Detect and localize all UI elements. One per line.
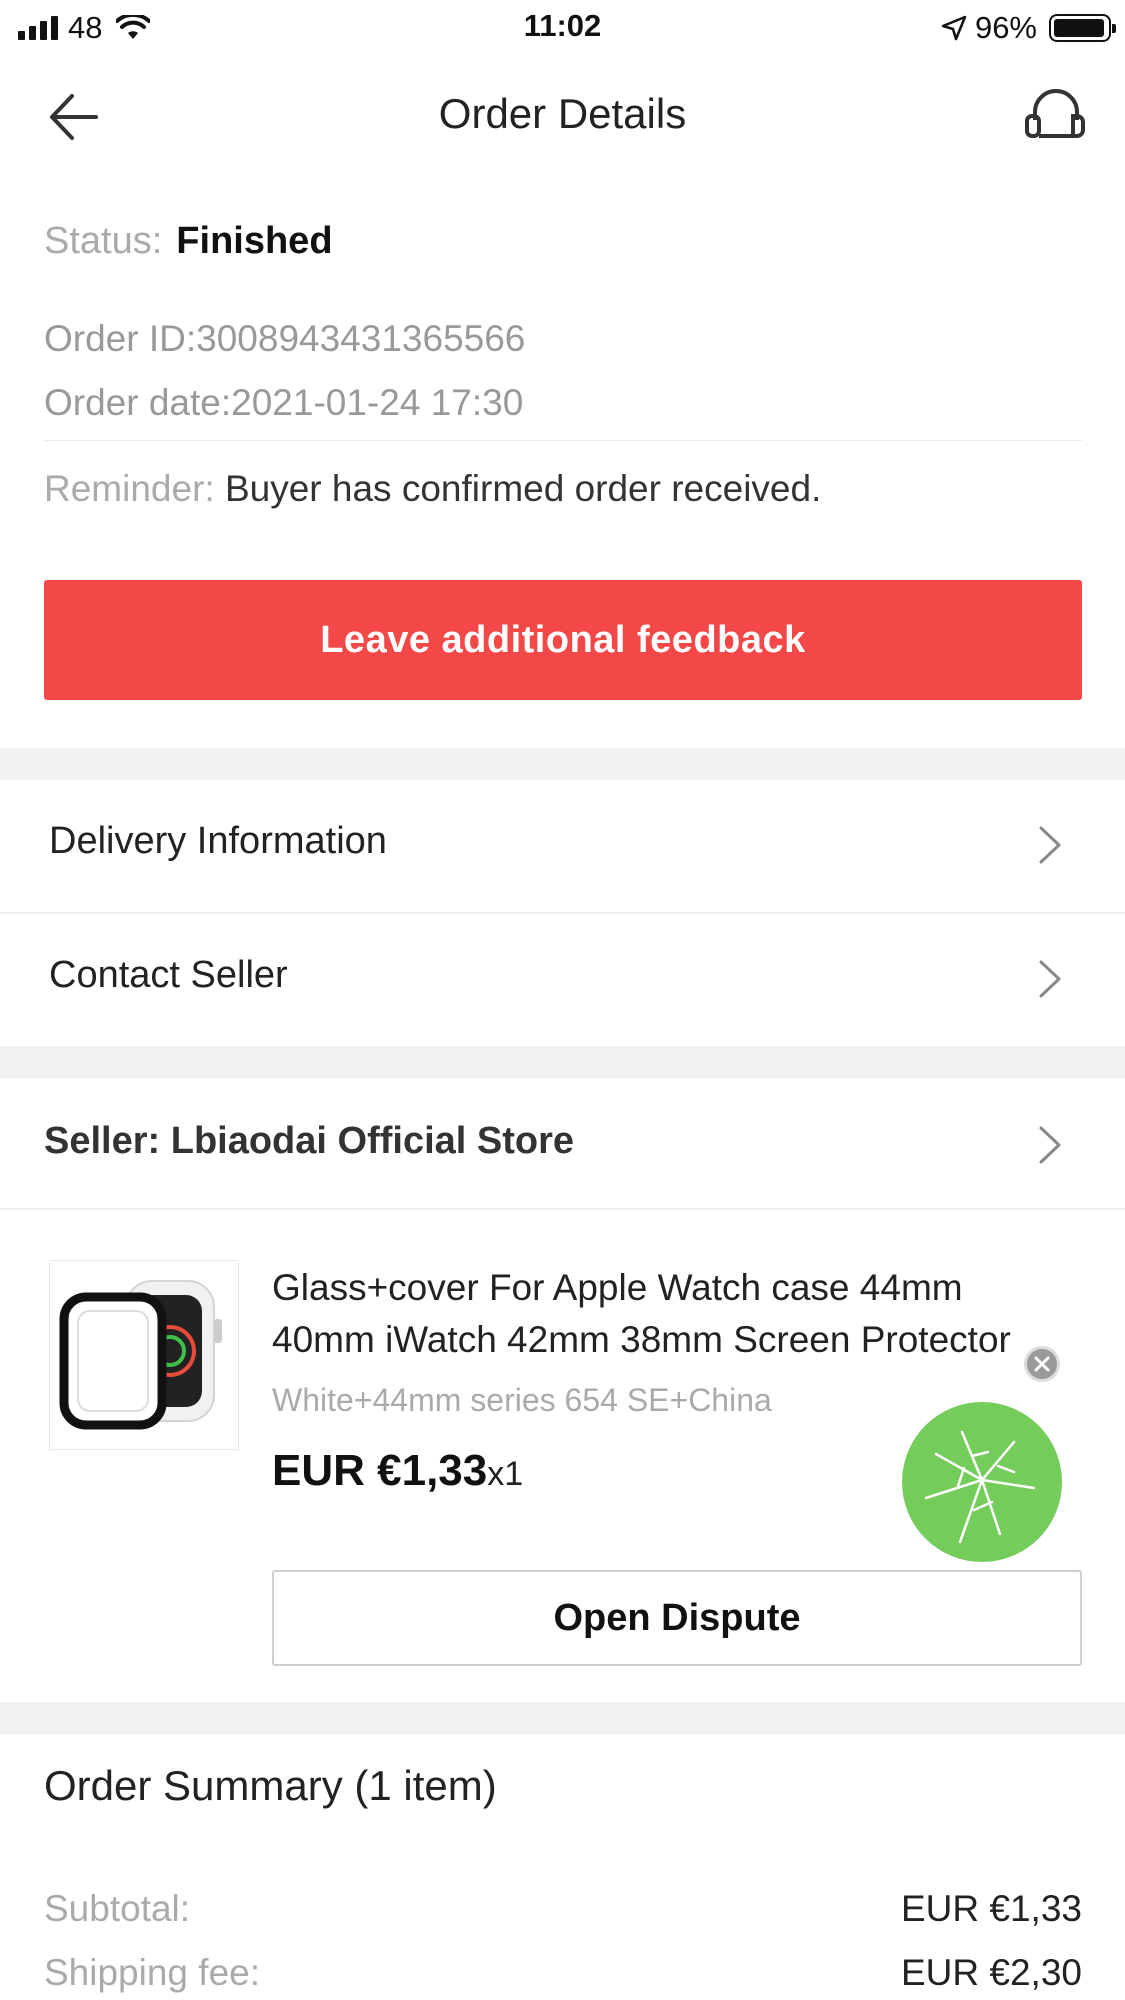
cracked-glass-icon (924, 1430, 1036, 1544)
order-date: Order date:2021-01-24 17:30 (44, 382, 524, 423)
battery-icon (1049, 14, 1116, 42)
seller-row[interactable]: Seller: Lbiaodai Official Store (0, 1078, 1125, 1212)
leave-feedback-button[interactable]: Leave additional feedback (44, 580, 1082, 700)
nav-bar: Order Details (0, 60, 1125, 170)
delivery-information-row[interactable]: Delivery Information (0, 780, 1125, 910)
section-divider (0, 1702, 1125, 1734)
divider (44, 440, 1082, 441)
section-divider (0, 1046, 1125, 1078)
status-label: Status: (44, 220, 163, 262)
order-summary-title: Order Summary (1 item) (44, 1762, 497, 1809)
status-right: 96% (941, 10, 1116, 46)
seller-name: Seller: Lbiaodai Official Store (44, 1120, 575, 1162)
status-bar: 48 11:02 96% (0, 0, 1125, 56)
shipping-fee-value: EUR €2,30 (901, 1952, 1082, 1993)
reminder: Reminder: Buyer has confirmed order rece… (44, 468, 821, 510)
subtotal-value: EUR €1,33 (901, 1888, 1082, 1929)
subtotal-row: Subtotal: EUR €1,33 (44, 1888, 1082, 1930)
shipping-fee-label: Shipping fee: (44, 1952, 261, 1993)
product-title[interactable]: Glass+cover For Apple Watch case 44mm 40… (272, 1262, 1052, 1366)
floating-game-bubble[interactable] (902, 1402, 1062, 1562)
delivery-information-label: Delivery Information (49, 820, 387, 862)
product-variant: White+44mm series 654 SE+China (272, 1382, 772, 1418)
chevron-right-icon (1039, 1126, 1061, 1164)
watch-case-image (59, 1280, 222, 1430)
price-row: EUR €1,33x1 (272, 1446, 523, 1496)
reminder-label: Reminder: (44, 468, 215, 509)
location-arrow-icon (941, 15, 967, 41)
chevron-right-icon (1039, 826, 1061, 864)
subtotal-label: Subtotal: (44, 1888, 191, 1929)
contact-seller-row[interactable]: Contact Seller (0, 914, 1125, 1044)
product-quantity: x1 (487, 1455, 524, 1493)
section-divider (0, 748, 1125, 780)
shipping-fee-row: Shipping fee: EUR €2,30 (44, 1952, 1082, 1994)
status-value: Finished (176, 220, 333, 262)
page-title: Order Details (438, 90, 687, 137)
row-separator (0, 1208, 1125, 1210)
reminder-text: Buyer has confirmed order received. (224, 468, 822, 509)
product-image[interactable] (49, 1260, 239, 1450)
chevron-right-icon (1039, 960, 1061, 998)
close-bubble-icon[interactable] (1024, 1346, 1060, 1382)
order-id: Order ID:3008943431365566 (44, 318, 526, 359)
open-dispute-button[interactable]: Open Dispute (272, 1570, 1082, 1666)
headset-icon[interactable] (1021, 86, 1091, 146)
order-status: Status: Finished (44, 220, 333, 263)
contact-seller-label: Contact Seller (49, 954, 288, 996)
battery-percent: 96% (974, 10, 1037, 45)
product-price: EUR €1,33 (272, 1446, 488, 1495)
